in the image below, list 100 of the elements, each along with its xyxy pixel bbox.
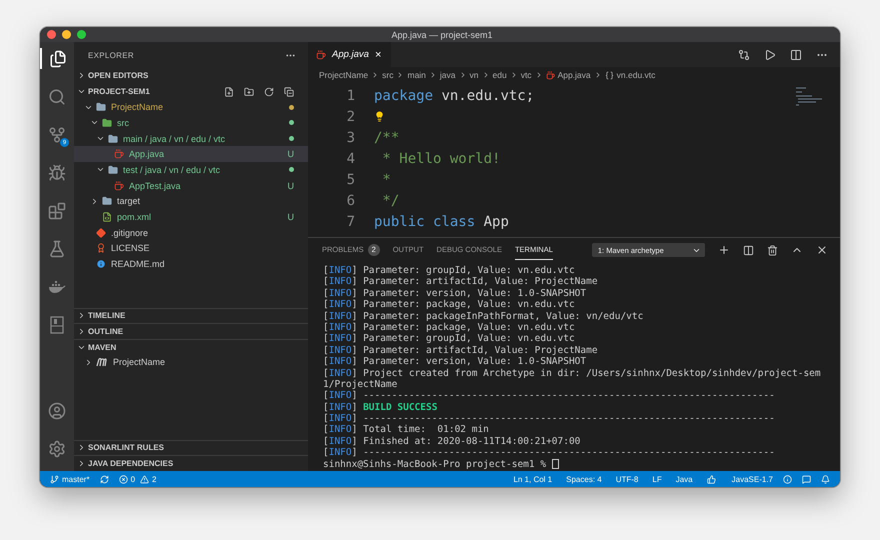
tree-item[interactable]: pom.xml U <box>74 209 308 225</box>
run-icon[interactable] <box>764 48 776 60</box>
folder-icon <box>108 134 118 144</box>
compare-icon[interactable] <box>738 48 750 60</box>
code-line: * Hello world! <box>381 150 500 166</box>
branch-name[interactable]: master* <box>62 474 90 484</box>
file-name: target <box>117 196 140 206</box>
status-item[interactable]: Spaces: 4 <box>566 474 602 484</box>
terminal-line: [INFO] Parameter: artifactId, Value: ProjectName <box>323 344 598 356</box>
tree-item[interactable]: README.md <box>74 256 308 272</box>
whale-icon[interactable] <box>48 280 66 294</box>
breadcrumb[interactable]: java <box>440 70 456 80</box>
cup-icon <box>316 50 326 60</box>
terminal-prompt: sinhnx@Sinhs-MacBook-Pro project-sem1 % <box>323 458 546 470</box>
section-header[interactable]: MAVEN <box>74 338 308 355</box>
terminal-line: [INFO] ------------------------------------------------------------------------ <box>323 413 775 424</box>
flask-icon[interactable] <box>48 240 66 258</box>
info-icon[interactable] <box>783 474 792 484</box>
tree-item[interactable]: src <box>74 115 308 131</box>
breadcrumb[interactable]: vn <box>470 70 478 80</box>
bug-icon[interactable] <box>48 164 66 182</box>
code-line: /** <box>374 130 400 146</box>
editor-tab[interactable]: App.java × <box>308 42 392 67</box>
breadcrumb[interactable]: ProjectName <box>319 70 368 80</box>
chevron-right-icon <box>90 196 99 206</box>
thumbs-up-icon[interactable] <box>706 474 716 484</box>
book-icon[interactable] <box>50 316 64 334</box>
section-header[interactable]: OUTLINE <box>74 323 308 339</box>
chevron-right-icon <box>77 71 86 80</box>
bell-icon[interactable] <box>821 474 830 484</box>
blocks-icon[interactable] <box>48 202 66 220</box>
new-file-icon[interactable] <box>224 86 234 97</box>
code-line: public class App <box>374 214 509 230</box>
terminal-line: [INFO] ------------------------------------------------------------------------ <box>323 390 775 402</box>
diamond-icon <box>96 228 106 238</box>
collapse-icon[interactable] <box>284 86 294 97</box>
close-icon[interactable]: × <box>374 48 382 60</box>
breadcrumb[interactable]: vn.edu.vtc <box>616 70 656 80</box>
error-count[interactable]: 0 <box>130 474 136 484</box>
breadcrumb[interactable]: App.java <box>558 70 591 80</box>
section-header[interactable]: TIMELINE <box>74 308 308 324</box>
breadcrumb[interactable]: vtc <box>520 70 532 80</box>
breadcrumb[interactable]: src <box>382 70 394 80</box>
window-title: App.java — project-sem1 <box>391 30 493 40</box>
branch-icon[interactable] <box>48 126 66 144</box>
tree-item[interactable]: main / java / vn / edu / vtc <box>74 130 308 146</box>
tree-item[interactable]: LICENSE <box>74 240 308 256</box>
tree-item[interactable]: AppTest.java U <box>74 178 308 194</box>
tree-item[interactable]: test / java / vn / edu / vtc <box>74 162 308 178</box>
terminal-line: [INFO] Parameter: packageInPathFormat, Value: vn/edu/vtc <box>323 310 644 322</box>
tree-item[interactable]: target <box>74 194 308 210</box>
line-number: 5 <box>346 172 355 188</box>
file-name: LICENSE <box>111 243 150 254</box>
tree-item[interactable]: ProjectName <box>74 354 308 370</box>
status-item[interactable]: Ln 1, Col 1 <box>513 474 552 484</box>
zoom-window-button[interactable] <box>77 30 86 39</box>
warning-count[interactable]: 2 <box>152 474 156 484</box>
trash-icon[interactable] <box>767 244 778 256</box>
close-window-button[interactable] <box>47 30 56 39</box>
terminal-line: [INFO] Parameter: package, Value: vn.edu.vtc <box>323 299 575 311</box>
refresh-icon[interactable] <box>264 86 274 97</box>
section-header[interactable]: PROJECT-SEM1 <box>74 84 308 100</box>
line-number: 1 <box>346 88 355 104</box>
terminal-line: [INFO] Parameter: package, Value: vn.edu.vtc <box>323 322 575 334</box>
split-icon[interactable] <box>790 48 802 60</box>
section-header[interactable]: OPEN EDITORS <box>74 68 308 84</box>
tree-item[interactable]: ProjectName <box>74 99 308 116</box>
error-icon[interactable] <box>118 474 128 484</box>
files-icon[interactable] <box>49 50 67 68</box>
cup-icon <box>546 70 555 80</box>
code-line: * <box>381 172 391 188</box>
status-item[interactable]: LF <box>652 474 662 484</box>
file-name: App.java <box>129 149 164 160</box>
warning-icon[interactable] <box>140 474 150 484</box>
tree-item[interactable]: .gitignore <box>74 224 308 241</box>
status-item[interactable]: JavaSE-1.7 <box>732 474 773 484</box>
add-icon[interactable] <box>718 244 730 256</box>
terminal-line: [INFO] Finished at: 2020-08-11T14:00:21+07:00 <box>323 436 580 448</box>
file-name: README.md <box>111 259 165 270</box>
line-number: 2 <box>346 108 355 124</box>
new-folder-icon[interactable] <box>244 86 254 97</box>
breadcrumb[interactable]: main <box>407 70 426 80</box>
line-number: 4 <box>346 150 355 166</box>
cursor <box>552 459 560 470</box>
breadcrumb[interactable]: edu <box>492 70 507 80</box>
feedback-icon[interactable] <box>802 474 811 484</box>
settings-icon[interactable] <box>48 440 66 458</box>
minimize-window-button[interactable] <box>62 30 71 39</box>
branch-icon[interactable] <box>50 474 59 484</box>
split-icon[interactable] <box>743 244 754 256</box>
section-header[interactable]: SONARLINT RULES <box>74 440 308 456</box>
file-name: test / java / vn / edu / vtc <box>123 164 220 175</box>
lightbulb-icon[interactable] <box>374 111 385 122</box>
search-icon[interactable] <box>48 88 66 106</box>
tree-item[interactable]: App.java U <box>74 146 308 162</box>
sync-icon[interactable] <box>100 474 109 484</box>
status-item[interactable]: Java <box>676 474 693 484</box>
status-item[interactable]: UTF-8 <box>616 474 638 484</box>
account-icon[interactable] <box>48 402 66 420</box>
close-icon[interactable] <box>816 244 828 256</box>
